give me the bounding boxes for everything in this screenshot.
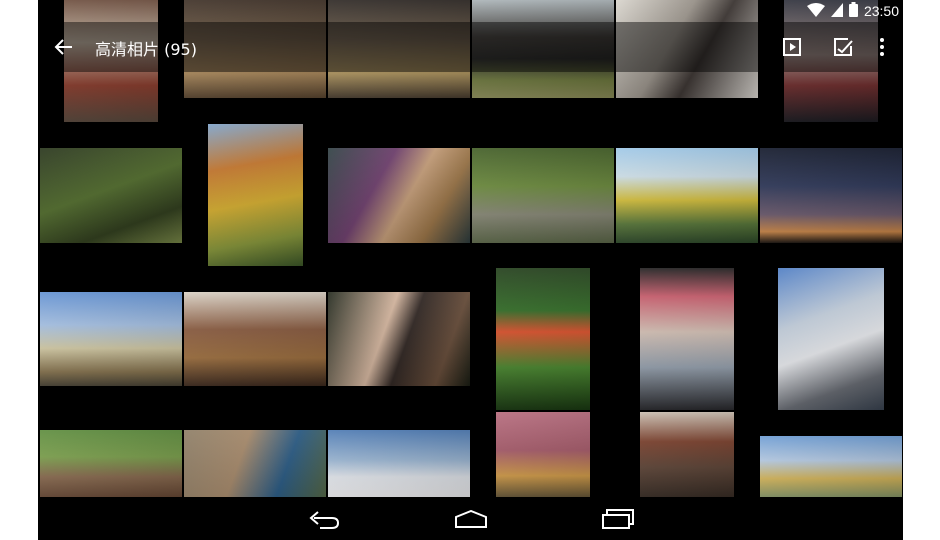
photo-thumbnail[interactable] (40, 292, 182, 386)
home-nav-icon[interactable] (447, 502, 495, 536)
action-bar: 高清相片 (95) (38, 22, 903, 72)
photo-thumbnail[interactable] (640, 268, 734, 410)
clock: 23:50 (863, 3, 899, 19)
photo-thumbnail[interactable] (40, 430, 182, 497)
wifi-icon (806, 2, 825, 20)
recents-nav-icon[interactable] (594, 502, 642, 536)
battery-icon (848, 2, 858, 20)
page-title: 高清相片 (95) (95, 40, 197, 59)
photo-thumbnail[interactable] (184, 292, 326, 386)
signal-icon (830, 2, 843, 20)
photo-thumbnail[interactable] (328, 148, 470, 243)
photo-thumbnail[interactable] (208, 124, 303, 266)
slideshow-icon[interactable] (776, 31, 808, 63)
photo-thumbnail[interactable] (640, 412, 734, 497)
photo-thumbnail[interactable] (760, 148, 902, 243)
select-checkbox-icon[interactable] (827, 31, 859, 63)
back-nav-icon[interactable] (300, 502, 348, 536)
status-icons: 23:50 (806, 2, 899, 20)
photo-thumbnail[interactable] (760, 436, 902, 497)
photo-thumbnail[interactable] (472, 148, 614, 243)
photo-thumbnail[interactable] (328, 292, 470, 386)
navigation-bar (38, 497, 903, 540)
photo-thumbnail[interactable] (496, 412, 590, 497)
photo-thumbnail[interactable] (328, 430, 470, 497)
photo-thumbnail[interactable] (40, 148, 182, 243)
photo-thumbnail[interactable] (616, 148, 758, 243)
photo-thumbnail[interactable] (778, 268, 884, 410)
photo-thumbnail[interactable] (496, 268, 590, 410)
overflow-menu-icon[interactable] (866, 31, 898, 63)
back-arrow-icon[interactable] (48, 31, 80, 63)
photo-thumbnail[interactable] (184, 430, 326, 497)
gallery-screen: 23:50 高清相片 (95) (38, 0, 903, 540)
status-bar: 23:50 (38, 0, 903, 22)
